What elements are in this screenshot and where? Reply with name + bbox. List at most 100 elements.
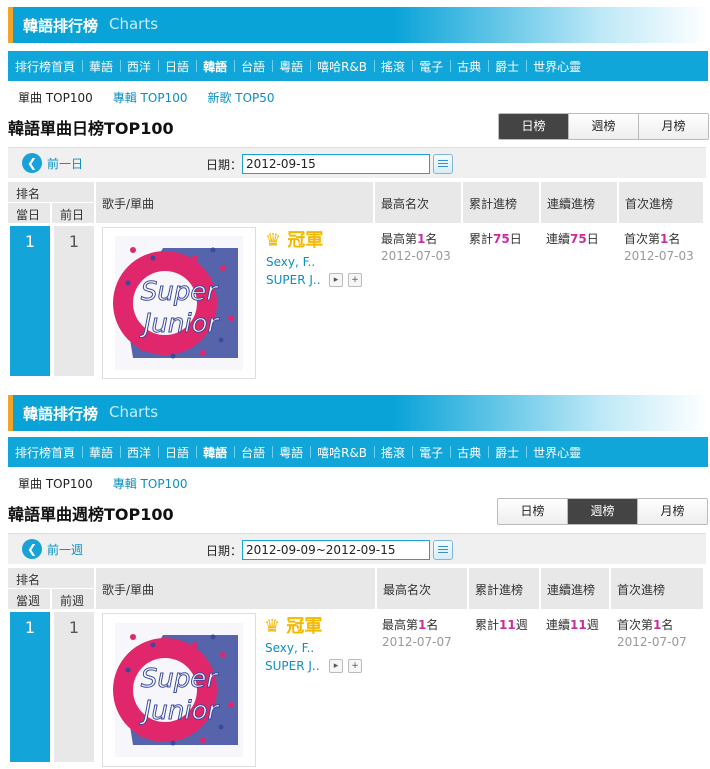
nav-item[interactable]: 粵語 (272, 444, 310, 461)
peak-header: 最高名次 (375, 182, 461, 223)
first-entry-header: 首次進榜 (611, 568, 703, 609)
first-entry-date: 2012-07-03 (624, 249, 694, 263)
nav-item[interactable]: 台語 (234, 444, 272, 461)
prev-week-button[interactable]: ❮ 前一週 (22, 539, 83, 559)
genre-nav: 排行榜首頁 華語 西洋 日語 韓語 台語 粵語 嘻哈R&B 搖滾 電子 古典 爵… (8, 437, 708, 467)
chart-type-tabs: 單曲 TOP100 專輯 TOP100 (18, 475, 187, 492)
prev-week-label: 前一週 (47, 542, 84, 557)
nav-item[interactable]: 排行榜首頁 (8, 444, 82, 461)
svg-text:Super: Super (141, 277, 219, 307)
date-input[interactable]: 2012-09-15 (242, 154, 430, 174)
album-cover[interactable]: Super Junior (102, 613, 256, 767)
nav-item[interactable]: 西洋 (120, 444, 158, 461)
previous-rank-header: 前週 (52, 589, 94, 609)
nav-item[interactable]: 粵語 (272, 58, 310, 75)
page-title: 韓語單曲週榜TOP100 (8, 505, 174, 524)
nav-item[interactable]: 嘻哈R&B (310, 58, 374, 75)
champion-badge: ♛ 冠軍 (265, 230, 324, 251)
nav-item-active[interactable]: 韓語 (196, 444, 234, 461)
previous-rank-cell: 1 (54, 612, 94, 762)
banner-accent-bar (8, 395, 13, 431)
nav-item[interactable]: 古典 (450, 444, 488, 461)
period-monthly-button[interactable]: 月榜 (638, 114, 708, 139)
banner-subtitle: Charts (109, 15, 159, 33)
album-cover-art: Super Junior (103, 615, 255, 765)
date-label: 日期： (206, 158, 243, 172)
consecutive-value: 連續75日 (546, 232, 599, 246)
total-weeks-header: 累計進榜 (469, 568, 539, 609)
period-daily-button[interactable]: 日榜 (498, 499, 567, 524)
nav-item[interactable]: 世界心靈 (526, 58, 588, 75)
prev-day-button[interactable]: ❮ 前一日 (22, 153, 83, 173)
total-value: 累計11週 (475, 618, 528, 632)
song-link[interactable]: Sexy, F.. (266, 255, 315, 269)
tab-singles[interactable]: 單曲 TOP100 (18, 475, 93, 492)
period-weekly-button[interactable]: 週榜 (568, 114, 638, 139)
nav-item[interactable]: 爵士 (488, 58, 526, 75)
period-switch: 日榜 週榜 月榜 (497, 498, 708, 525)
nav-item[interactable]: 排行榜首頁 (8, 58, 82, 75)
banner-title: 韓語排行榜 (23, 405, 99, 423)
play-icon[interactable]: ▸ (329, 273, 343, 287)
consecutive-header: 連續進榜 (541, 182, 617, 223)
artist-link[interactable]: SUPER J.. (265, 659, 320, 673)
nav-item[interactable]: 古典 (450, 58, 488, 75)
first-entry-value: 首次第1名 (624, 232, 681, 246)
consecutive-value: 連續11週 (546, 618, 599, 632)
nav-item[interactable]: 西洋 (120, 58, 158, 75)
banner-subtitle: Charts (109, 403, 159, 421)
nav-item[interactable]: 華語 (82, 58, 120, 75)
song-link[interactable]: Sexy, F.. (265, 641, 314, 655)
nav-item[interactable]: 日語 (158, 58, 196, 75)
tab-albums[interactable]: 專輯 TOP100 (113, 89, 188, 106)
previous-rank-header: 前日 (52, 203, 94, 223)
nav-item[interactable]: 世界心靈 (526, 444, 588, 461)
nav-item[interactable]: 華語 (82, 444, 120, 461)
nav-item[interactable]: 台語 (234, 58, 272, 75)
page-title: 韓語單曲日榜TOP100 (8, 119, 174, 138)
chart-banner: 韓語排行榜 Charts (8, 7, 708, 43)
calendar-icon[interactable] (433, 154, 453, 174)
period-daily-button[interactable]: 日榜 (499, 114, 568, 139)
genre-nav: 排行榜首頁 華語 西洋 日語 韓語 台語 粵語 嘻哈R&B 搖滾 電子 古典 爵… (8, 51, 708, 81)
nav-item[interactable]: 爵士 (488, 444, 526, 461)
chart-type-tabs: 單曲 TOP100 專輯 TOP100 新歌 TOP50 (18, 89, 275, 106)
nav-item[interactable]: 搖滾 (374, 444, 412, 461)
current-rank-header: 當週 (8, 589, 50, 609)
artist-song-header: 歌手/單曲 (96, 182, 373, 223)
peak-date: 2012-07-03 (381, 249, 451, 263)
date-input[interactable]: 2012-09-09~2012-09-15 (242, 540, 430, 560)
album-cover-art: Super Junior (103, 228, 255, 378)
calendar-icon[interactable] (433, 540, 453, 560)
rank-header: 排名 (8, 568, 94, 588)
nav-item-active[interactable]: 韓語 (196, 58, 234, 75)
play-icon[interactable]: ▸ (329, 659, 343, 673)
tab-albums[interactable]: 專輯 TOP100 (113, 475, 188, 492)
banner-title: 韓語排行榜 (23, 17, 99, 35)
artist-link[interactable]: SUPER J.. (266, 273, 321, 287)
current-rank-cell: 1 (10, 612, 50, 762)
total-value: 累計75日 (469, 232, 522, 246)
nav-item[interactable]: 日語 (158, 444, 196, 461)
period-weekly-button[interactable]: 週榜 (567, 499, 637, 524)
tab-singles[interactable]: 單曲 TOP100 (18, 89, 93, 106)
svg-text:Super: Super (141, 664, 219, 694)
add-icon[interactable]: + (348, 659, 362, 673)
nav-item[interactable]: 電子 (412, 444, 450, 461)
tab-new-songs[interactable]: 新歌 TOP50 (207, 89, 274, 106)
artist-song-header: 歌手/單曲 (96, 568, 375, 609)
date-bar: ❮ 前一週 日期： 2012-09-09~2012-09-15 (8, 533, 706, 564)
arrow-left-icon: ❮ (22, 539, 42, 559)
period-monthly-button[interactable]: 月榜 (637, 499, 707, 524)
peak-date: 2012-07-07 (382, 635, 452, 649)
current-rank-header: 當日 (8, 203, 50, 223)
nav-item[interactable]: 搖滾 (374, 58, 412, 75)
chart-banner: 韓語排行榜 Charts (8, 395, 708, 431)
svg-text:Junior: Junior (139, 696, 221, 726)
peak-header: 最高名次 (377, 568, 467, 609)
nav-item[interactable]: 嘻哈R&B (310, 444, 374, 461)
nav-item[interactable]: 電子 (412, 58, 450, 75)
peak-value: 最高第1名 (381, 232, 438, 246)
album-cover[interactable]: Super Junior (102, 227, 256, 379)
add-icon[interactable]: + (348, 273, 362, 287)
